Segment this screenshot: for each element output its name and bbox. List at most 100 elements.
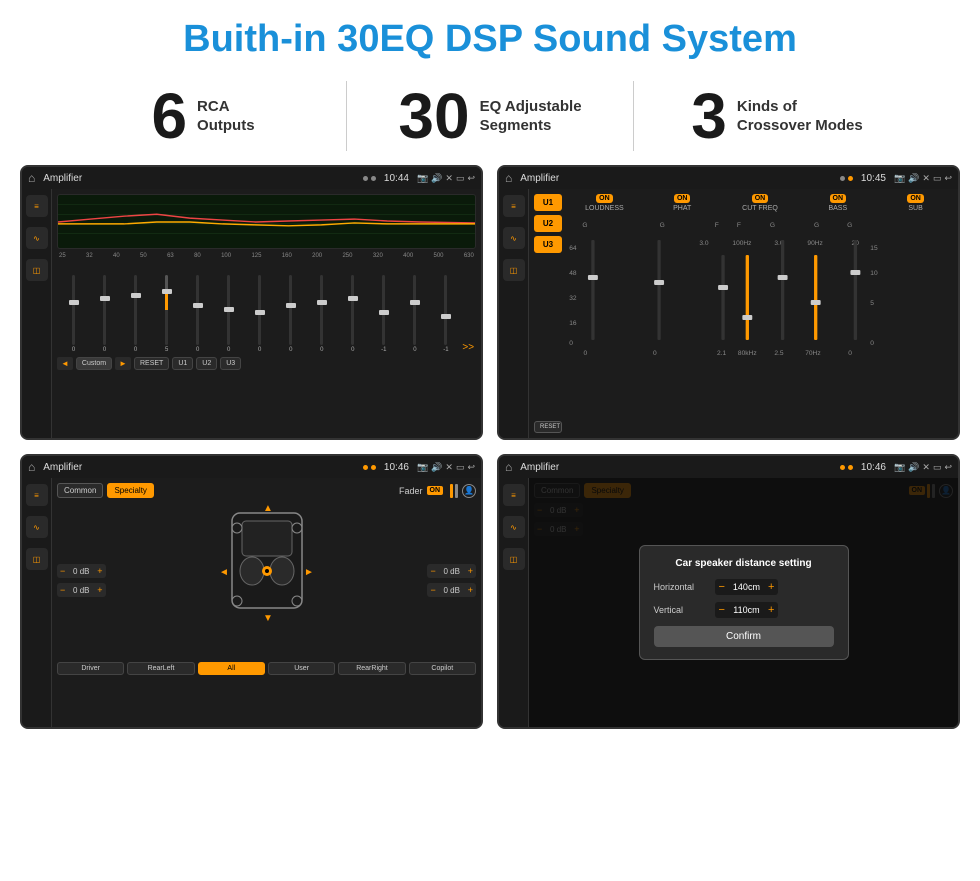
eq-thumb-2[interactable] <box>131 293 141 298</box>
amp-preset-u3[interactable]: U3 <box>534 236 562 253</box>
confirm-button[interactable]: Confirm <box>654 626 834 647</box>
home-icon-3[interactable]: ⌂ <box>28 460 35 474</box>
eq-thumb-7[interactable] <box>286 303 296 308</box>
eq-curve-svg <box>58 195 475 248</box>
rect-icon-3[interactable]: ▭ <box>456 462 465 473</box>
zone-rearright-btn[interactable]: RearRight <box>338 662 405 675</box>
x-icon-1[interactable]: ✕ <box>445 173 453 184</box>
vol-minus-fr[interactable]: − <box>430 566 435 576</box>
eq-thumb-0[interactable] <box>69 300 79 305</box>
fader-common-btn[interactable]: Common <box>57 483 103 498</box>
vol-minus-fl[interactable]: − <box>60 566 65 576</box>
car-diagram-svg: ▲ ▼ ◄ ► <box>217 493 317 623</box>
vertical-value: 110cm <box>729 605 764 615</box>
eq-thumb-5[interactable] <box>224 307 234 312</box>
vol-icon-2: 🔊 <box>908 173 919 184</box>
vol-minus-rr[interactable]: − <box>430 585 435 595</box>
eq-u2-btn[interactable]: U2 <box>196 357 217 370</box>
rect-icon-2[interactable]: ▭ <box>933 173 942 184</box>
eq-slider-9: 0 <box>338 275 367 353</box>
amp-reset-btn[interactable]: RESET <box>534 421 562 433</box>
zone-copilot-btn[interactable]: Copilot <box>409 662 476 675</box>
dialog-box: Car speaker distance setting Horizontal … <box>639 545 849 660</box>
eq-thumb-8[interactable] <box>317 300 327 305</box>
eq-more-icon[interactable]: >> <box>462 342 474 353</box>
zone-all-btn[interactable]: All <box>198 662 265 675</box>
zone-driver-btn[interactable]: Driver <box>57 662 124 675</box>
ddot2 <box>848 465 853 470</box>
status-title-4: Amplifier <box>520 462 836 473</box>
eq-sidebar-btn-1[interactable]: ≡ <box>26 195 48 217</box>
amp-preset-u1[interactable]: U1 <box>534 194 562 211</box>
horizontal-plus-btn[interactable]: + <box>768 581 774 593</box>
rect-icon-4[interactable]: ▭ <box>933 462 942 473</box>
home-icon-4[interactable]: ⌂ <box>505 460 512 474</box>
svg-text:G: G <box>847 222 852 229</box>
vertical-minus-btn[interactable]: − <box>719 604 725 616</box>
eq-thumb-6[interactable] <box>255 310 265 315</box>
freq-63: 63 <box>167 253 174 259</box>
back-icon-1[interactable]: ↩ <box>467 173 475 184</box>
ch-sub-on[interactable]: ON <box>907 194 924 203</box>
rect-icon-1[interactable]: ▭ <box>456 173 465 184</box>
home-icon-2[interactable]: ⌂ <box>505 171 512 185</box>
eq-thumb-10[interactable] <box>379 310 389 315</box>
eq-thumb-9[interactable] <box>348 296 358 301</box>
ch-bass-on[interactable]: ON <box>830 194 847 203</box>
eq-slider-8: 0 <box>307 275 336 353</box>
amp-sidebar-btn-2[interactable]: ∿ <box>503 227 525 249</box>
eq-thumb-1[interactable] <box>100 296 110 301</box>
eq-thumb-4[interactable] <box>193 303 203 308</box>
amp-preset-u2[interactable]: U2 <box>534 215 562 232</box>
x-icon-3[interactable]: ✕ <box>445 462 453 473</box>
dialog-sidebar-btn-1[interactable]: ≡ <box>503 484 525 506</box>
stat-eq-label2: Segments <box>480 116 582 136</box>
eq-reset-btn[interactable]: RESET <box>134 357 169 370</box>
eq-thumb-3[interactable] <box>162 289 172 294</box>
horizontal-minus-btn[interactable]: − <box>719 581 725 593</box>
eq-thumb-11[interactable] <box>410 300 420 305</box>
eq-sidebar-btn-3[interactable]: ◫ <box>26 259 48 281</box>
amp-sidebar-btn-3[interactable]: ◫ <box>503 259 525 281</box>
dialog-sidebar-btn-2[interactable]: ∿ <box>503 516 525 538</box>
vol-control-rr: − 0 dB + <box>427 583 476 597</box>
eq-graph <box>57 194 476 249</box>
ch-phat-on[interactable]: ON <box>674 194 691 203</box>
x-icon-4[interactable]: ✕ <box>922 462 930 473</box>
vol-minus-rl[interactable]: − <box>60 585 65 595</box>
eq-next-btn[interactable]: ► <box>115 357 131 370</box>
eq-u3-btn[interactable]: U3 <box>220 357 241 370</box>
fader-specialty-btn[interactable]: Specialty <box>107 483 153 498</box>
fader-sidebar-btn-3[interactable]: ◫ <box>26 548 48 570</box>
svg-text:0: 0 <box>870 340 874 347</box>
fader-sidebar-btn-2[interactable]: ∿ <box>26 516 48 538</box>
dialog-sidebar-btn-3[interactable]: ◫ <box>503 548 525 570</box>
ch-cutfreq-on[interactable]: ON <box>752 194 769 203</box>
amp-sidebar-btn-1[interactable]: ≡ <box>503 195 525 217</box>
eq-prev-btn[interactable]: ◄ <box>57 357 73 370</box>
ch-loudness-on[interactable]: ON <box>596 194 613 203</box>
user-icon[interactable]: 👤 <box>462 484 476 498</box>
eq-slider-0: 0 <box>59 275 88 353</box>
vol-plus-rr[interactable]: + <box>468 585 473 595</box>
back-icon-4[interactable]: ↩ <box>944 462 952 473</box>
vol-plus-fl[interactable]: + <box>97 566 102 576</box>
eq-u1-btn[interactable]: U1 <box>172 357 193 370</box>
vol-plus-fr[interactable]: + <box>468 566 473 576</box>
vertical-plus-btn[interactable]: + <box>768 604 774 616</box>
x-icon-2[interactable]: ✕ <box>922 173 930 184</box>
eq-sidebar-btn-2[interactable]: ∿ <box>26 227 48 249</box>
back-icon-2[interactable]: ↩ <box>944 173 952 184</box>
screen-body-2: ≡ ∿ ◫ U1 U2 U3 RESET <box>499 189 958 438</box>
back-icon-3[interactable]: ↩ <box>467 462 475 473</box>
svg-text:2.5: 2.5 <box>774 350 784 355</box>
vol-plus-rl[interactable]: + <box>97 585 102 595</box>
ch-sub-label: SUB <box>908 205 922 212</box>
amp-faders-area: G G F F G G G 3.0 100Hz 3.0 <box>567 215 953 433</box>
eq-custom-btn[interactable]: Custom <box>76 357 112 370</box>
zone-rearleft-btn[interactable]: RearLeft <box>127 662 194 675</box>
fader-sidebar-btn-1[interactable]: ≡ <box>26 484 48 506</box>
home-icon-1[interactable]: ⌂ <box>28 171 35 185</box>
zone-user-btn[interactable]: User <box>268 662 335 675</box>
eq-thumb-12[interactable] <box>441 314 451 319</box>
